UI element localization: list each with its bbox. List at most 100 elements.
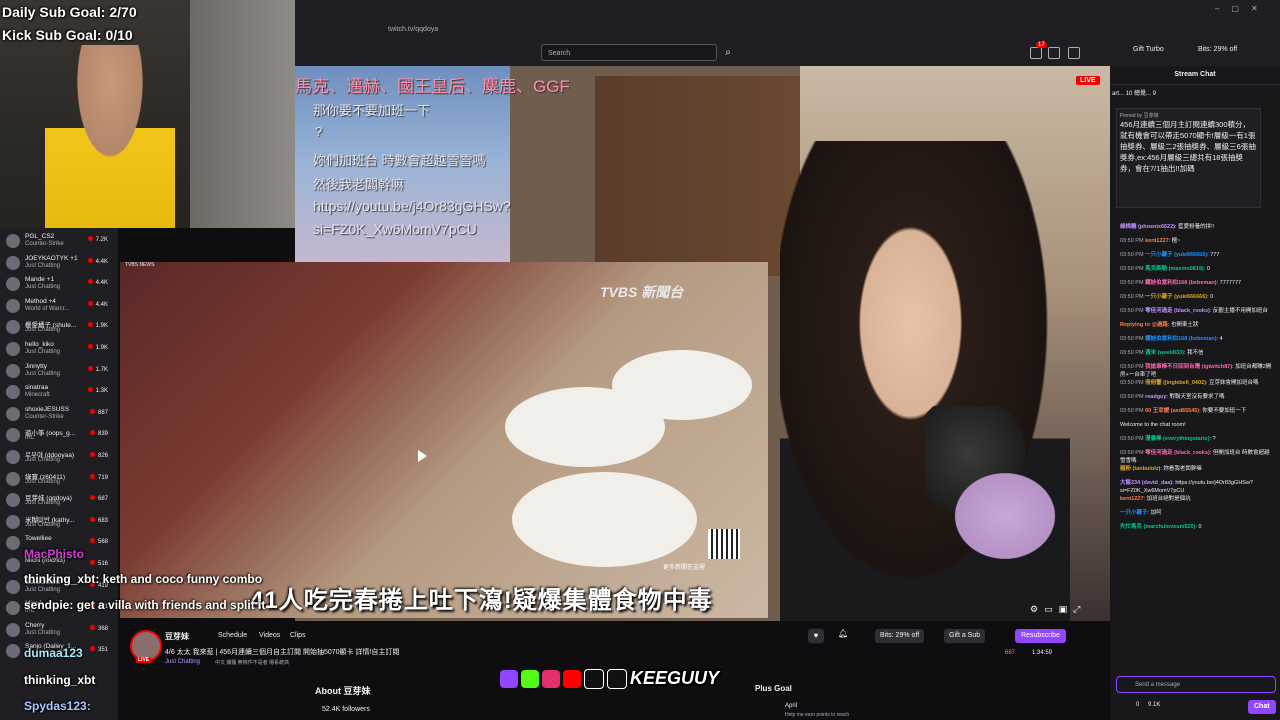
search-icon[interactable]: ⌕	[720, 44, 736, 61]
prime-icon[interactable]	[1030, 47, 1042, 59]
chat-username[interactable]: 一只小蘿子	[1120, 510, 1148, 516]
pinned-message[interactable]: Pinned by 豆芽妹 456月連續三個月主訂閱連續300積分，就有機會可以…	[1116, 108, 1261, 208]
player-controls[interactable]: ⚙▭▣⤢	[1030, 604, 1086, 615]
chat-username[interactable]: 一只小蘿子 (yuki666666)	[1145, 252, 1207, 258]
sidebar-channel[interactable]: 米糊미반 (kathy... Just Chatting 683	[0, 512, 118, 532]
sidebar-channel[interactable]: sinatraa Minecraft 1.3K	[0, 382, 118, 402]
chat-username[interactable]: 我搶車棒不日回到台灣 (igtwitch87)	[1145, 364, 1232, 370]
chat-text: : 7777777	[1216, 280, 1242, 286]
resubscribe-button[interactable]: Resubscribe	[1015, 629, 1066, 643]
chat-username[interactable]: 鐵娃伯當利伯168 (bebeman)	[1145, 336, 1217, 342]
chat-message: 03:50 PM 零佳河過走 (black_rooks): 反觀主播不用開加班台	[1120, 308, 1272, 316]
chat-message: 03:50 PM 冊冊響 (jinglebell_0402): 豆芽妹會開加班台…	[1120, 380, 1272, 388]
sidebar-channel-name: JOEYKAOTYK +1	[25, 254, 78, 262]
gift-turbo-button[interactable]: Gift Turbo	[1133, 46, 1164, 53]
sidebar-channel[interactable]: 로부야 (ddooyaa) Just Chatting 826	[0, 447, 118, 467]
sidebar-channel-name: sinatraa	[25, 384, 49, 392]
chat-username[interactable]: Replying to @過路	[1120, 322, 1168, 328]
search-input[interactable]: Search	[541, 44, 717, 61]
youtube-icon	[563, 669, 581, 688]
channel-points[interactable]: 9.1K	[1148, 702, 1160, 708]
chat-username[interactable]: 週末 (week833)	[1145, 350, 1184, 356]
gift-sub-button[interactable]: Gift a Sub	[944, 629, 986, 643]
sidebar-viewer-count: 7.2K	[88, 236, 108, 243]
chat-input[interactable]: Send a message	[1116, 676, 1276, 693]
chat-username[interactable]: 零佳河過走 (black_rooks)	[1145, 308, 1210, 314]
address-bar[interactable]: twitch.tv/qqdoya	[370, 22, 928, 38]
dough-sheet	[612, 350, 752, 420]
sidebar-channel[interactable]: Cherry Just Chatting 368	[0, 620, 118, 640]
chat-message: 03:50 PM kent1227: 檀~	[1120, 238, 1272, 246]
sidebar-channel-name: Cherry	[25, 621, 45, 629]
sidebar-channel-game: Just Chatting	[25, 521, 61, 528]
chat-username[interactable]: 馬克斯勒 (maxmo0819)	[1145, 266, 1204, 272]
whispers-icon[interactable]	[1068, 47, 1080, 59]
chat-text: : 加呵	[1147, 510, 1162, 516]
chat-timestamp: 03:50 PM	[1120, 280, 1144, 286]
chat-username[interactable]: readguy	[1145, 394, 1166, 400]
mail-icon[interactable]	[1048, 47, 1060, 59]
sidebar-channel[interactable]: JOEYKAOTYK +1 Just Chatting 4.4K	[0, 253, 118, 273]
channel-avatar-icon	[6, 320, 20, 335]
chat-message: Welcome to the chat room!	[1120, 422, 1272, 430]
follower-count: 52.4K followers	[322, 706, 370, 713]
sidebar-channel[interactable]: 櫻愛橘子 (shute... Just Chatting 1.9K	[0, 317, 118, 337]
chat-username[interactable]: 零佳河過走 (black_rooks)	[1145, 450, 1210, 456]
window-controls[interactable]: –▢✕	[1215, 4, 1270, 13]
channel-avatar-icon	[6, 342, 20, 356]
sidebar-channel[interactable]: 綠寶 (z60411) Just Chatting 719	[0, 469, 118, 489]
sidebar-channel[interactable]: PGL_CS2 Counter-Strike 7.2K	[0, 231, 118, 251]
chat-message: 一只小蘿子: 加呵	[1120, 510, 1272, 518]
stream-tags[interactable]: 中文 捕獲 無條件不是者 嗯系統高	[215, 659, 289, 666]
chat-message: 03:50 PM 鐵娃伯當利伯168 (bebeman): 4	[1120, 336, 1272, 344]
pinned-by-label: Pinned by 豆芽妹	[1120, 113, 1159, 119]
schedule-link[interactable]: Schedule	[218, 632, 247, 639]
chat-username[interactable]: 豬粉 (tanbulolz)	[1120, 466, 1160, 472]
chat-username[interactable]: 漫書棒 (everythingstarts)	[1145, 436, 1210, 442]
sidebar-channel[interactable]: hello_kiko Just Chatting 1.9K	[0, 339, 118, 359]
chat-username[interactable]: 一只小蘿子 (yuki666666)	[1145, 294, 1207, 300]
stream-category[interactable]: Just Chatting	[165, 659, 200, 665]
clips-link[interactable]: Clips	[290, 632, 306, 639]
videos-link[interactable]: Videos	[259, 632, 280, 639]
sidebar-channel[interactable]: 豆芽妹 (qqdoya) Just Chatting 687	[0, 490, 118, 510]
plus-goal-heading: Plus Goal	[755, 684, 792, 693]
channel-avatar-icon	[6, 536, 20, 551]
chat-username[interactable]: 綠桃糖 (phoenix6622)	[1120, 224, 1175, 230]
qr-code	[708, 529, 740, 559]
follow-heart-icon[interactable]: ♥	[808, 629, 824, 643]
sidebar-viewer-count: 887	[90, 409, 108, 416]
chat-text: : 檀~	[1168, 238, 1181, 244]
chat-send-button[interactable]: Chat	[1248, 700, 1276, 714]
chat-timestamp: 03:50 PM	[1120, 436, 1144, 442]
chat-text: : 0	[1207, 294, 1214, 300]
bits-button[interactable]: Bits: 29% off	[875, 629, 925, 643]
channel-avatar-icon	[6, 601, 20, 616]
chat-username[interactable]: 冊冊響 (jinglebell_0402)	[1145, 380, 1206, 386]
chat-username[interactable]: 鐵娃伯當利伯168 (bebeman)	[1145, 280, 1217, 286]
notification-bell-icon[interactable]: 🔔︎	[838, 629, 848, 638]
chat-message: 03:50 PM 我搶車棒不日回到台灣 (igtwitch87): 加班台都賺2…	[1120, 364, 1272, 379]
overlay-chat-user: MacPhisto	[24, 547, 85, 561]
chat-username[interactable]: 60 王幸媛 (axd65545)	[1145, 408, 1199, 414]
channel-name[interactable]: 豆芽妹	[165, 631, 189, 642]
chat-username[interactable]: kent1227	[1145, 238, 1169, 244]
chat-username[interactable]: 先忙馬克 (marchuloveuni520)	[1120, 524, 1196, 530]
sidebar-channel[interactable]: shoxieJESUSS Counter-Strike 887	[0, 404, 118, 424]
chat-leaderboard[interactable]: art... 10 總覺... 9	[1112, 88, 1278, 97]
sidebar-channel[interactable]: Method +4 World of Warcr... 4.4K	[0, 296, 118, 316]
sidebar-channel-name: Method +4	[25, 297, 56, 305]
sidebar-channel-game: Counter-Strike	[25, 241, 64, 247]
chat-username[interactable]: 大飯234 (david_daa)	[1120, 480, 1172, 486]
x-icon	[607, 668, 627, 689]
sidebar-channel[interactable]: 遊小筝 (oops_g... IRL 839	[0, 425, 118, 445]
channel-avatar-icon	[6, 255, 20, 270]
chat-username[interactable]: kent1227	[1120, 496, 1144, 502]
channel-avatar-icon	[6, 406, 20, 421]
bits-promo-button[interactable]: Bits: 29% off	[1198, 46, 1237, 53]
sidebar-channel-game: Counter-Strike	[25, 413, 64, 420]
sidebar-channel[interactable]: Jinnytty Just Chatting 1.7K	[0, 361, 118, 381]
plus-goal-name: April	[785, 703, 798, 709]
chat-timestamp: 03:50 PM	[1120, 336, 1144, 342]
sidebar-channel[interactable]: Mande +1 Just Chatting 4.4K	[0, 274, 118, 294]
